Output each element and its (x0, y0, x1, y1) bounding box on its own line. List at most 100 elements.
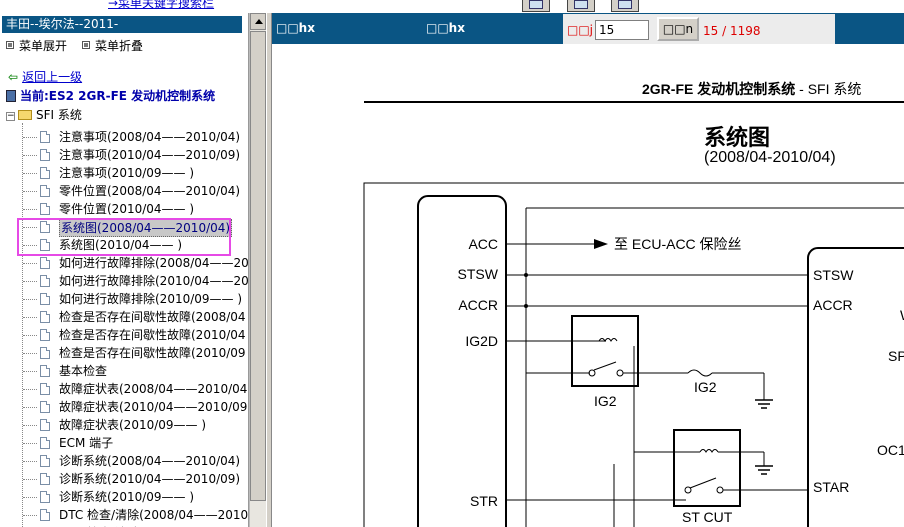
back-link-label: 返回上一级 (22, 70, 83, 84)
tree-item[interactable]: 检查是否存在间歇性故障(2010/04 (0, 326, 248, 344)
collapse-icon (82, 41, 90, 49)
tree-item[interactable]: 如何进行故障排除(2010/09—— ) (0, 290, 248, 308)
tree-item-label: 检查是否存在间歇性故障(2008/04 (59, 310, 246, 324)
tree-item-label: 如何进行故障排除(2010/09—— ) (59, 292, 243, 306)
tree-item[interactable]: 诊断系统(2008/04——2010/04) (0, 452, 248, 470)
left-pin-label-accr: ACCR (458, 297, 498, 313)
relay-switch-icon (689, 477, 717, 489)
junction-dot (524, 273, 528, 277)
collapse-toggle-icon[interactable]: − (6, 112, 15, 121)
page-label: □□j (567, 23, 594, 37)
document-icon (40, 437, 50, 449)
toolbar-button-3[interactable] (611, 0, 639, 12)
acc-arrow-icon (594, 239, 608, 249)
document-icon (40, 275, 50, 287)
document-icon (40, 491, 50, 503)
ig2-relay-label: IG2 (594, 393, 617, 409)
document-icon (40, 131, 50, 143)
tree-item-label: 故障症状表(2008/04——2010/04) (59, 382, 249, 396)
left-pin-label-ig2d: IG2D (465, 333, 498, 349)
collapse-all-label: 菜单折叠 (95, 39, 144, 53)
right-pin-label-star: STAR (813, 479, 849, 495)
tree-item[interactable]: 零件位置(2008/04——2010/04) (0, 182, 248, 200)
back-link[interactable]: ⇦ 返回上一级 (8, 70, 82, 84)
scroll-thumb[interactable] (250, 31, 266, 501)
cutoff-label-sp: SP (888, 348, 904, 364)
page-number-input[interactable] (595, 20, 649, 40)
tree-folder-label: SFI 系统 (36, 108, 82, 122)
tree-item[interactable]: 故障症状表(2008/04——2010/04) (0, 380, 249, 398)
tree-item[interactable]: 注意事项(2008/04——2010/04) (0, 128, 248, 146)
toolbar-label-1: □□hx (276, 21, 315, 35)
window-icon (618, 0, 632, 9)
tree-item[interactable]: 故障症状表(2010/09—— ) (0, 416, 248, 434)
tree-item[interactable]: 故障症状表(2010/04——2010/09) (0, 398, 248, 416)
document-icon (40, 149, 50, 161)
document-icon (40, 419, 50, 431)
page-count: 15 / 1198 (703, 24, 761, 38)
tree-item[interactable]: 检查是否存在间歇性故障(2010/09 (0, 344, 248, 362)
scroll-up-arrow-icon[interactable] (250, 13, 266, 30)
go-button[interactable]: □□n (657, 17, 699, 41)
document-icon (40, 329, 50, 341)
tree-folder-sfi[interactable]: − SFI 系统 (6, 108, 82, 122)
toolbar-label-2: □□hx (426, 21, 465, 35)
document-view: 2GR-FE 发动机控制系统 - SFI 系统 系统图 (2008/04-201… (272, 44, 904, 527)
tree-item-label: DTC 检查/清除(2008/04——2010 (59, 508, 249, 522)
expand-icon (6, 41, 14, 49)
window-icon (574, 0, 588, 9)
tree-item[interactable]: 如何进行故障排除(2010/04——20 (0, 272, 249, 290)
tree-item-label: 零件位置(2010/04—— ) (59, 202, 195, 216)
left-pin-label-str: STR (470, 493, 498, 509)
tree-item-label: 诊断系统(2008/04——2010/04) (59, 454, 241, 468)
tree-item-label: 零件位置(2008/04——2010/04) (59, 184, 241, 198)
st-cut-relay-box (673, 429, 741, 507)
window-icon (529, 0, 543, 9)
book-icon (6, 90, 16, 102)
switch-contact (716, 486, 724, 494)
tree-item-label: 注意事项(2008/04——2010/04) (59, 130, 241, 144)
tree-scrollbar[interactable] (249, 13, 266, 527)
tree-item[interactable]: 注意事项(2010/09—— ) (0, 164, 248, 182)
tree-items: 注意事项(2008/04——2010/04) 注意事项(2010/04——2010… (0, 128, 249, 527)
right-pin-label-stsw: STSW (813, 267, 854, 283)
tree-item[interactable]: 注意事项(2010/04——2010/09) (0, 146, 248, 164)
toolbar-button-2[interactable] (567, 0, 595, 12)
keyword-search-link[interactable]: →菜单关键字搜索栏 (108, 0, 214, 11)
relay-coil-icon (699, 449, 719, 453)
tree-item[interactable]: 零件位置(2010/04—— ) (0, 200, 248, 218)
switch-contact (616, 369, 624, 377)
ig2-fuse-label: IG2 (694, 379, 717, 395)
junction-dot (524, 304, 528, 308)
acc-note: 至 ECU-ACC 保险丝 (614, 236, 742, 252)
top-strip: →菜单关键字搜索栏 (0, 0, 904, 13)
expand-all-button[interactable]: 菜单展开 (6, 39, 67, 53)
tree-item[interactable]: 检查是否存在间歇性故障(2008/04 (0, 308, 248, 326)
tree-item-label: 如何进行故障排除(2010/04——20 (59, 274, 249, 288)
toolbar-button-1[interactable] (522, 0, 550, 12)
right-pin-label-accr: ACCR (813, 297, 853, 313)
document-icon (40, 383, 50, 395)
selection-highlight-box (17, 218, 231, 256)
tree-item-label: 注意事项(2010/04——2010/09) (59, 148, 241, 162)
document-icon (40, 401, 50, 413)
tree-item-label: 检查是否存在间歇性故障(2010/09 (59, 346, 246, 360)
tree-item-label: 诊断系统(2010/04——2010/09) (59, 472, 241, 486)
tree-item-label: 故障症状表(2010/09—— ) (59, 418, 207, 432)
tree-item[interactable]: ECM 端子 (0, 434, 248, 452)
document-icon (40, 365, 50, 377)
left-pin-label-acc: ACC (468, 236, 498, 252)
tree-item[interactable]: 诊断系统(2010/09—— ) (0, 488, 248, 506)
tree-item[interactable]: 基本检查 (0, 362, 248, 380)
doc-toolbar: □□hx □□hx □□j □□n 15 / 1198 (272, 13, 904, 44)
document-icon (40, 185, 50, 197)
tree-item-label: 如何进行故障排除(2008/04——20 (59, 256, 249, 270)
collapse-all-button[interactable]: 菜单折叠 (82, 39, 143, 53)
document-icon (40, 203, 50, 215)
tree-item[interactable]: DTC 检查/清除(2008/04——2010 (0, 506, 249, 524)
tree-item[interactable]: 如何进行故障排除(2008/04——20 (0, 254, 249, 272)
document-icon (40, 167, 50, 179)
tree-item[interactable]: 诊断系统(2010/04——2010/09) (0, 470, 248, 488)
current-path-label: 当前:ES2 2GR-FE 发动机控制系统 (20, 89, 216, 103)
tree-title: 丰田--埃尔法--2011- (2, 16, 242, 33)
